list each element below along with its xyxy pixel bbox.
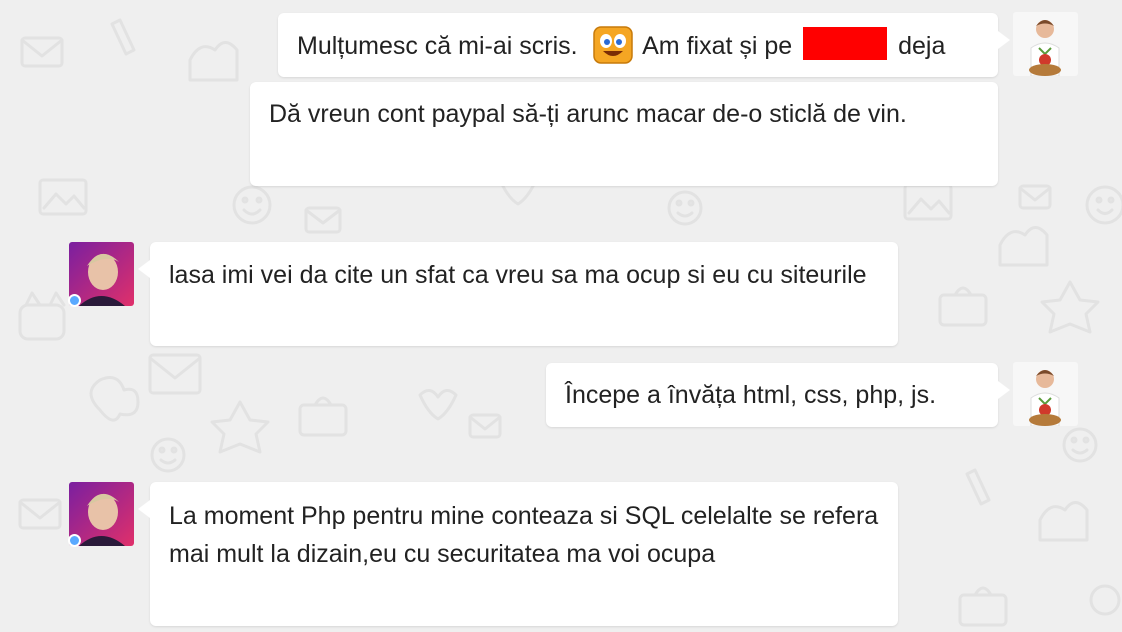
message-bubble-incoming[interactable]: La moment Php pentru mine conteaza si SQ… <box>138 482 898 626</box>
message-text: Începe a învăța html, css, php, js. <box>565 381 937 409</box>
own-avatar[interactable] <box>1013 362 1078 426</box>
message-text: lasa imi vei da cite un sfat ca vreu sa … <box>169 261 867 289</box>
message-text: Dă vreun cont paypal să-ți arunc macar d… <box>269 100 907 128</box>
message-text: La moment Php pentru mine conteaza si SQ… <box>169 502 879 568</box>
message-bubble-outgoing[interactable]: Începe a învăța html, css, php, js. <box>546 363 1010 427</box>
message-text: Am fixat și pe <box>642 32 793 60</box>
online-status-dot <box>68 294 81 307</box>
own-avatar[interactable] <box>1013 12 1078 76</box>
message-bubble-outgoing[interactable]: Mulțumesc că mi-ai scris. Am fixat și pe… <box>278 13 1010 77</box>
redacted-block <box>803 27 888 60</box>
laughing-smiley-icon <box>592 26 633 64</box>
message-text: Mulțumesc că mi-ai scris. <box>297 32 578 60</box>
message-bubble-outgoing[interactable]: Dă vreun cont paypal să-ți arunc macar d… <box>250 82 998 186</box>
message-text: deja <box>898 32 946 60</box>
message-bubble-incoming[interactable]: lasa imi vei da cite un sfat ca vreu sa … <box>138 242 898 346</box>
online-status-dot <box>68 534 81 547</box>
